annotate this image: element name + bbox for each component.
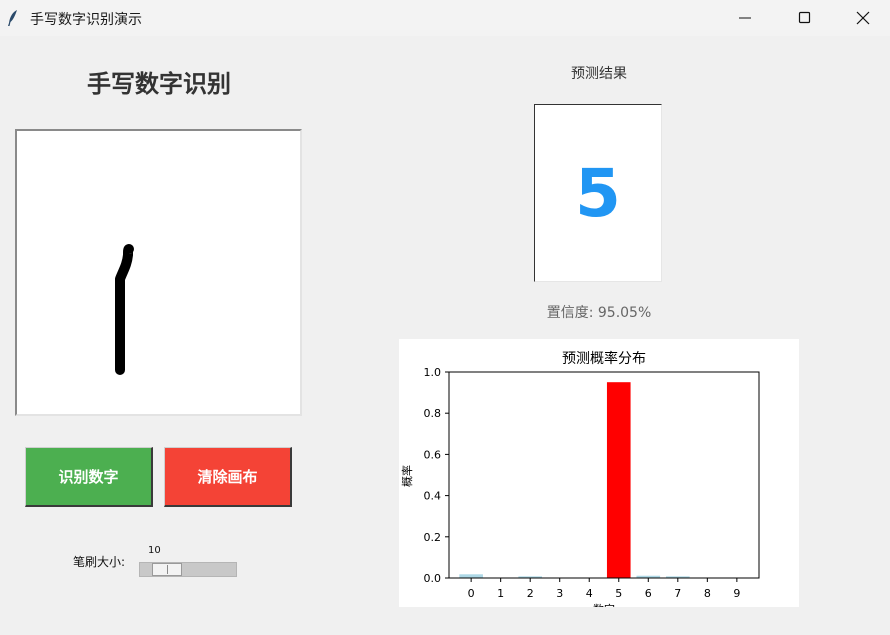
slider-grip	[167, 565, 169, 574]
brush-size-slider[interactable]	[139, 562, 237, 577]
prediction-result-box: 5	[534, 104, 662, 282]
y-tick-label: 1.0	[424, 366, 442, 379]
handwritten-stroke	[115, 244, 134, 375]
drawing-canvas[interactable]	[15, 129, 302, 416]
x-tick-label: 4	[586, 587, 593, 600]
x-tick-label: 3	[556, 587, 563, 600]
chart-title: 预测概率分布	[562, 350, 646, 367]
x-tick-label: 9	[733, 587, 740, 600]
y-tick-label: 0.6	[424, 448, 442, 461]
feather-icon	[8, 10, 17, 26]
probability-chart-svg: 预测概率分布 概率 数字 0 1 2 3 4 5 6 7 8 9 0.0 0.2 0.4 0.6 0.8 1.…	[400, 350, 760, 607]
slider-thumb[interactable]	[152, 563, 183, 576]
y-tick-label: 0.2	[424, 531, 442, 544]
title-bar: 手写数字识别演示	[0, 0, 890, 36]
maximize-icon	[798, 11, 811, 24]
minimize-icon	[739, 17, 751, 19]
x-tick-label: 0	[468, 587, 475, 600]
y-tick-label: 0.0	[424, 572, 442, 585]
window-title: 手写数字识别演示	[30, 12, 142, 28]
chart-bar	[459, 574, 483, 578]
maximize-button[interactable]	[776, 0, 834, 36]
x-tick-label: 8	[704, 587, 711, 600]
minimize-button[interactable]	[716, 0, 774, 36]
probability-chart: 预测概率分布 概率 数字 0 1 2 3 4 5 6 7 8 9 0.0 0.2 0.4 0.6 0.8 1.…	[399, 339, 799, 607]
clear-canvas-button[interactable]: 清除画布	[164, 447, 292, 507]
close-icon	[856, 11, 870, 25]
confidence-text: 置信度: 95.05%	[546, 305, 652, 321]
x-tick-label: 1	[497, 587, 504, 600]
brush-size-label: 笔刷大小:	[73, 555, 126, 569]
close-button[interactable]	[834, 0, 890, 36]
x-tick-label: 2	[527, 587, 534, 600]
chart-xlabel: 数字	[593, 602, 615, 607]
y-tick-label: 0.4	[424, 490, 442, 503]
x-tick-label: 6	[645, 587, 652, 600]
x-tick-label: 7	[674, 587, 681, 600]
y-tick-label: 0.8	[424, 407, 442, 420]
chart-bar	[606, 382, 631, 578]
chart-ylabel: 概率	[400, 465, 414, 487]
predicted-digit: 5	[575, 154, 621, 232]
app-heading: 手写数字识别	[87, 70, 231, 98]
x-tick-label: 5	[615, 587, 622, 600]
brush-size-value: 10	[148, 545, 161, 556]
plot-frame	[448, 371, 760, 579]
recognize-button[interactable]: 识别数字	[25, 447, 153, 507]
prediction-result-label: 预测结果	[571, 66, 627, 82]
